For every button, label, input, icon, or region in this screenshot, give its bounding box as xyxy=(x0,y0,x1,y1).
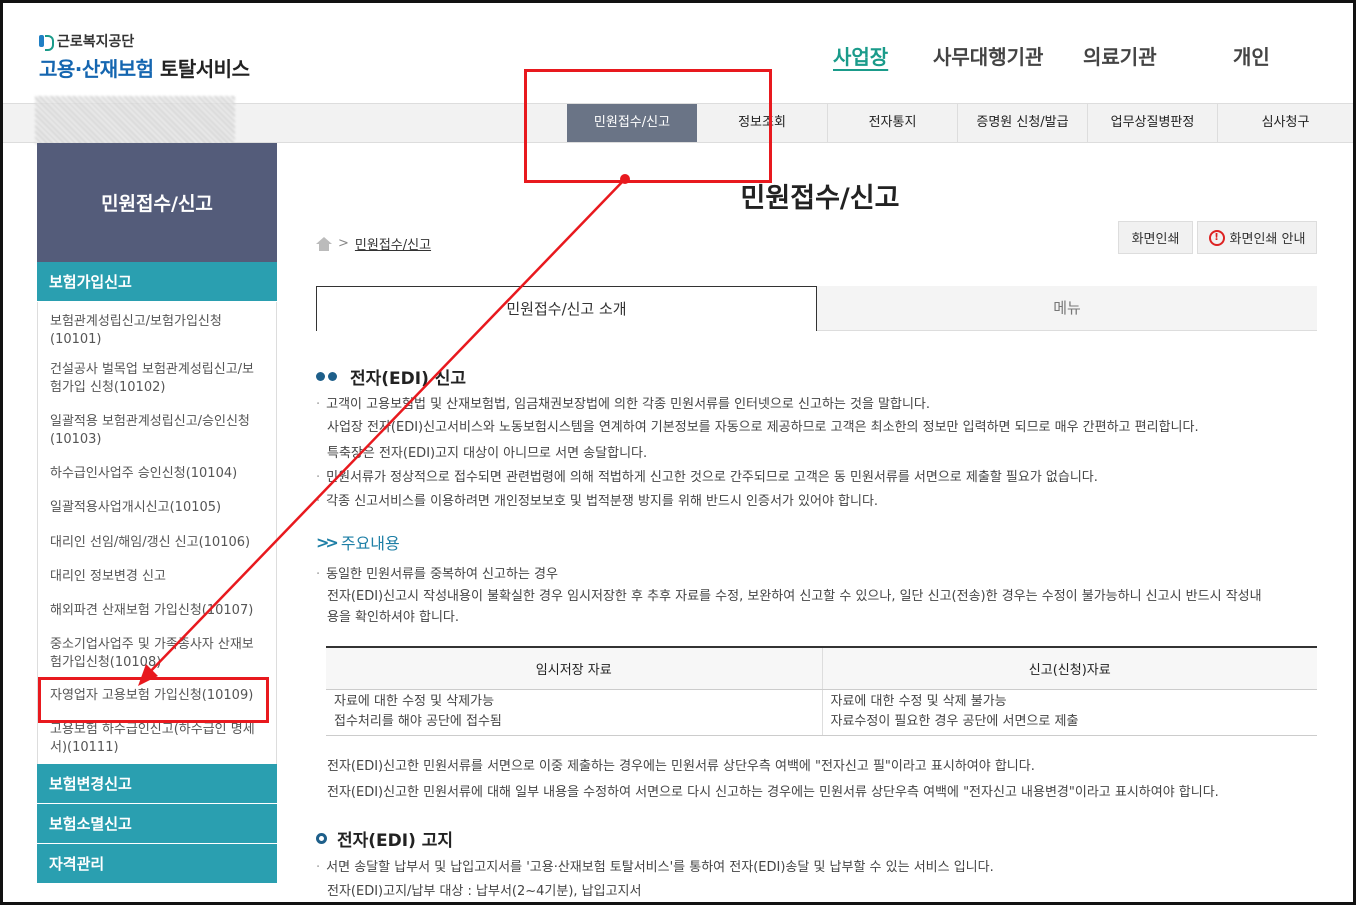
arrow-start-dot xyxy=(620,174,630,184)
arrow-line xyxy=(145,178,626,677)
annotation-arrow xyxy=(138,174,630,686)
